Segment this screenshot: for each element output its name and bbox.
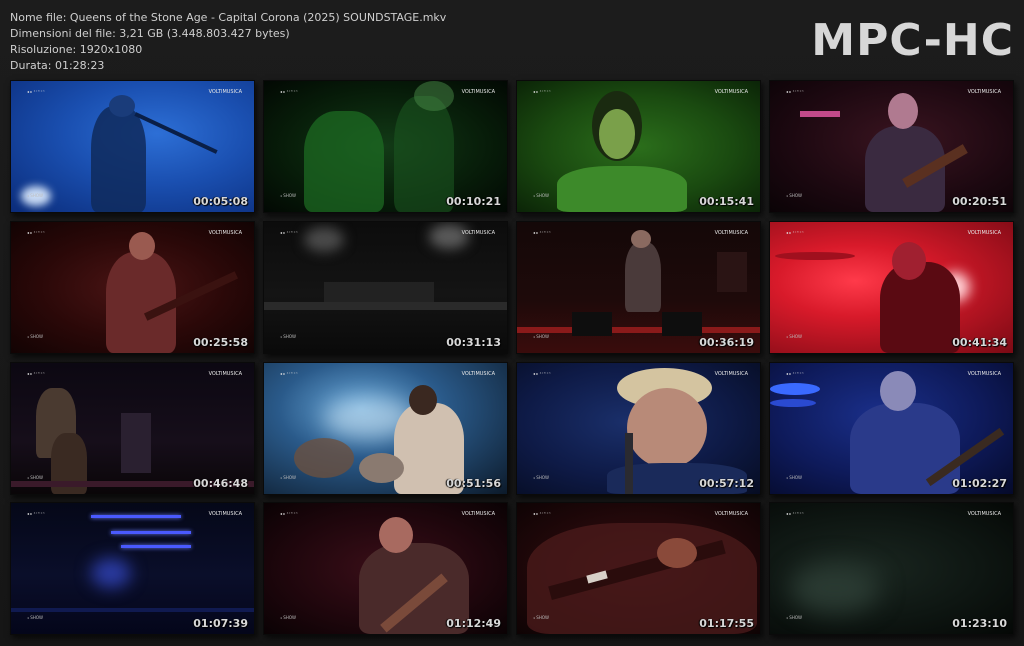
broadcaster-watermark: ◂◂ ᵃᶜᵗⁱᵒⁿ	[533, 230, 551, 235]
timestamp-label: 00:25:58	[193, 336, 248, 349]
thumbnail-sheet: Nome file: Queens of the Stone Age - Cap…	[0, 0, 1024, 646]
broadcaster-watermark: ◂◂ ᵃᶜᵗⁱᵒⁿ	[27, 511, 45, 516]
timestamp-label: 00:46:48	[193, 477, 248, 490]
thumbnail-grid: ◂◂ ᵃᶜᵗⁱᵒⁿ VOLTIMUSICA ◃ SHOW 00:05:08 ◂◂…	[10, 80, 1014, 635]
show-watermark: ◃ SHOW	[27, 334, 43, 339]
thumbnail[interactable]: ◂◂ ᵃᶜᵗⁱᵒⁿ VOLTIMUSICA ◃ SHOW 01:12:49	[263, 502, 508, 635]
thumbnail[interactable]: ◂◂ ᵃᶜᵗⁱᵒⁿ VOLTIMUSICA ◃ SHOW 00:20:51	[769, 80, 1014, 213]
channel-watermark: VOLTIMUSICA	[461, 371, 495, 377]
timestamp-label: 01:17:55	[699, 617, 754, 630]
broadcaster-watermark: ◂◂ ᵃᶜᵗⁱᵒⁿ	[786, 511, 804, 516]
thumbnail[interactable]: ◂◂ ᵃᶜᵗⁱᵒⁿ VOLTIMUSICA ◃ SHOW 00:51:56	[263, 362, 508, 495]
channel-watermark: VOLTIMUSICA	[714, 511, 748, 517]
show-watermark: ◃ SHOW	[27, 475, 43, 480]
thumbnail[interactable]: ◂◂ ᵃᶜᵗⁱᵒⁿ VOLTIMUSICA ◃ SHOW 00:10:21	[263, 80, 508, 213]
thumbnail[interactable]: ◂◂ ᵃᶜᵗⁱᵒⁿ VOLTIMUSICA ◃ SHOW 00:36:19	[516, 221, 761, 354]
show-watermark: ◃ SHOW	[786, 615, 802, 620]
file-info-block: Nome file: Queens of the Stone Age - Cap…	[10, 10, 446, 74]
timestamp-label: 00:57:12	[699, 477, 754, 490]
show-watermark: ◃ SHOW	[280, 193, 296, 198]
timestamp-label: 00:41:34	[952, 336, 1007, 349]
broadcaster-watermark: ◂◂ ᵃᶜᵗⁱᵒⁿ	[786, 371, 804, 376]
broadcaster-watermark: ◂◂ ᵃᶜᵗⁱᵒⁿ	[533, 511, 551, 516]
timestamp-label: 01:12:49	[446, 617, 501, 630]
thumbnail[interactable]: ◂◂ ᵃᶜᵗⁱᵒⁿ VOLTIMUSICA ◃ SHOW 01:02:27	[769, 362, 1014, 495]
broadcaster-watermark: ◂◂ ᵃᶜᵗⁱᵒⁿ	[280, 230, 298, 235]
timestamp-label: 01:23:10	[952, 617, 1007, 630]
file-size-line: Dimensioni del file: 3,21 GB (3.448.803.…	[10, 27, 290, 40]
thumbnail[interactable]: ◂◂ ᵃᶜᵗⁱᵒⁿ VOLTIMUSICA ◃ SHOW 01:23:10	[769, 502, 1014, 635]
broadcaster-watermark: ◂◂ ᵃᶜᵗⁱᵒⁿ	[533, 89, 551, 94]
channel-watermark: VOLTIMUSICA	[714, 89, 748, 95]
thumbnail[interactable]: ◂◂ ᵃᶜᵗⁱᵒⁿ VOLTIMUSICA ◃ SHOW 00:41:34	[769, 221, 1014, 354]
show-watermark: ◃ SHOW	[533, 334, 549, 339]
thumbnail[interactable]: ◂◂ ᵃᶜᵗⁱᵒⁿ VOLTIMUSICA ◃ SHOW 00:25:58	[10, 221, 255, 354]
show-watermark: ◃ SHOW	[280, 334, 296, 339]
broadcaster-watermark: ◂◂ ᵃᶜᵗⁱᵒⁿ	[786, 230, 804, 235]
channel-watermark: VOLTIMUSICA	[208, 371, 242, 377]
timestamp-label: 00:31:13	[446, 336, 501, 349]
thumbnail[interactable]: ◂◂ ᵃᶜᵗⁱᵒⁿ VOLTIMUSICA ◃ SHOW 00:31:13	[263, 221, 508, 354]
show-watermark: ◃ SHOW	[786, 193, 802, 198]
broadcaster-watermark: ◂◂ ᵃᶜᵗⁱᵒⁿ	[280, 371, 298, 376]
thumbnail[interactable]: ◂◂ ᵃᶜᵗⁱᵒⁿ VOLTIMUSICA ◃ SHOW 00:57:12	[516, 362, 761, 495]
timestamp-label: 01:02:27	[952, 477, 1007, 490]
timestamp-label: 00:20:51	[952, 195, 1007, 208]
show-watermark: ◃ SHOW	[533, 475, 549, 480]
file-name-line: Nome file: Queens of the Stone Age - Cap…	[10, 11, 447, 24]
thumbnail[interactable]: ◂◂ ᵃᶜᵗⁱᵒⁿ VOLTIMUSICA ◃ SHOW 00:05:08	[10, 80, 255, 213]
resolution-line: Risoluzione: 1920x1080	[10, 43, 143, 56]
channel-watermark: VOLTIMUSICA	[967, 89, 1001, 95]
show-watermark: ◃ SHOW	[533, 615, 549, 620]
broadcaster-watermark: ◂◂ ᵃᶜᵗⁱᵒⁿ	[27, 230, 45, 235]
channel-watermark: VOLTIMUSICA	[461, 89, 495, 95]
timestamp-label: 01:07:39	[193, 617, 248, 630]
thumbnail[interactable]: ◂◂ ᵃᶜᵗⁱᵒⁿ VOLTIMUSICA ◃ SHOW 00:15:41	[516, 80, 761, 213]
channel-watermark: VOLTIMUSICA	[461, 230, 495, 236]
duration-line: Durata: 01:28:23	[10, 59, 105, 72]
broadcaster-watermark: ◂◂ ᵃᶜᵗⁱᵒⁿ	[280, 89, 298, 94]
broadcaster-watermark: ◂◂ ᵃᶜᵗⁱᵒⁿ	[786, 89, 804, 94]
timestamp-label: 00:10:21	[446, 195, 501, 208]
broadcaster-watermark: ◂◂ ᵃᶜᵗⁱᵒⁿ	[27, 89, 45, 94]
show-watermark: ◃ SHOW	[533, 193, 549, 198]
show-watermark: ◃ SHOW	[786, 334, 802, 339]
channel-watermark: VOLTIMUSICA	[967, 230, 1001, 236]
channel-watermark: VOLTIMUSICA	[714, 371, 748, 377]
mpc-hc-logo: MPC-HC	[811, 15, 1014, 66]
channel-watermark: VOLTIMUSICA	[461, 511, 495, 517]
channel-watermark: VOLTIMUSICA	[967, 511, 1001, 517]
show-watermark: ◃ SHOW	[786, 475, 802, 480]
thumbnail[interactable]: ◂◂ ᵃᶜᵗⁱᵒⁿ VOLTIMUSICA ◃ SHOW 01:07:39	[10, 502, 255, 635]
channel-watermark: VOLTIMUSICA	[208, 511, 242, 517]
thumbnail[interactable]: ◂◂ ᵃᶜᵗⁱᵒⁿ VOLTIMUSICA ◃ SHOW 00:46:48	[10, 362, 255, 495]
show-watermark: ◃ SHOW	[280, 475, 296, 480]
timestamp-label: 00:05:08	[193, 195, 248, 208]
broadcaster-watermark: ◂◂ ᵃᶜᵗⁱᵒⁿ	[27, 371, 45, 376]
timestamp-label: 00:51:56	[446, 477, 501, 490]
show-watermark: ◃ SHOW	[280, 615, 296, 620]
broadcaster-watermark: ◂◂ ᵃᶜᵗⁱᵒⁿ	[533, 371, 551, 376]
timestamp-label: 00:15:41	[699, 195, 754, 208]
channel-watermark: VOLTIMUSICA	[714, 230, 748, 236]
show-watermark: ◃ SHOW	[27, 615, 43, 620]
channel-watermark: VOLTIMUSICA	[967, 371, 1001, 377]
timestamp-label: 00:36:19	[699, 336, 754, 349]
broadcaster-watermark: ◂◂ ᵃᶜᵗⁱᵒⁿ	[280, 511, 298, 516]
channel-watermark: VOLTIMUSICA	[208, 230, 242, 236]
channel-watermark: VOLTIMUSICA	[208, 89, 242, 95]
show-watermark: ◃ SHOW	[27, 193, 43, 198]
thumbnail[interactable]: ◂◂ ᵃᶜᵗⁱᵒⁿ VOLTIMUSICA ◃ SHOW 01:17:55	[516, 502, 761, 635]
